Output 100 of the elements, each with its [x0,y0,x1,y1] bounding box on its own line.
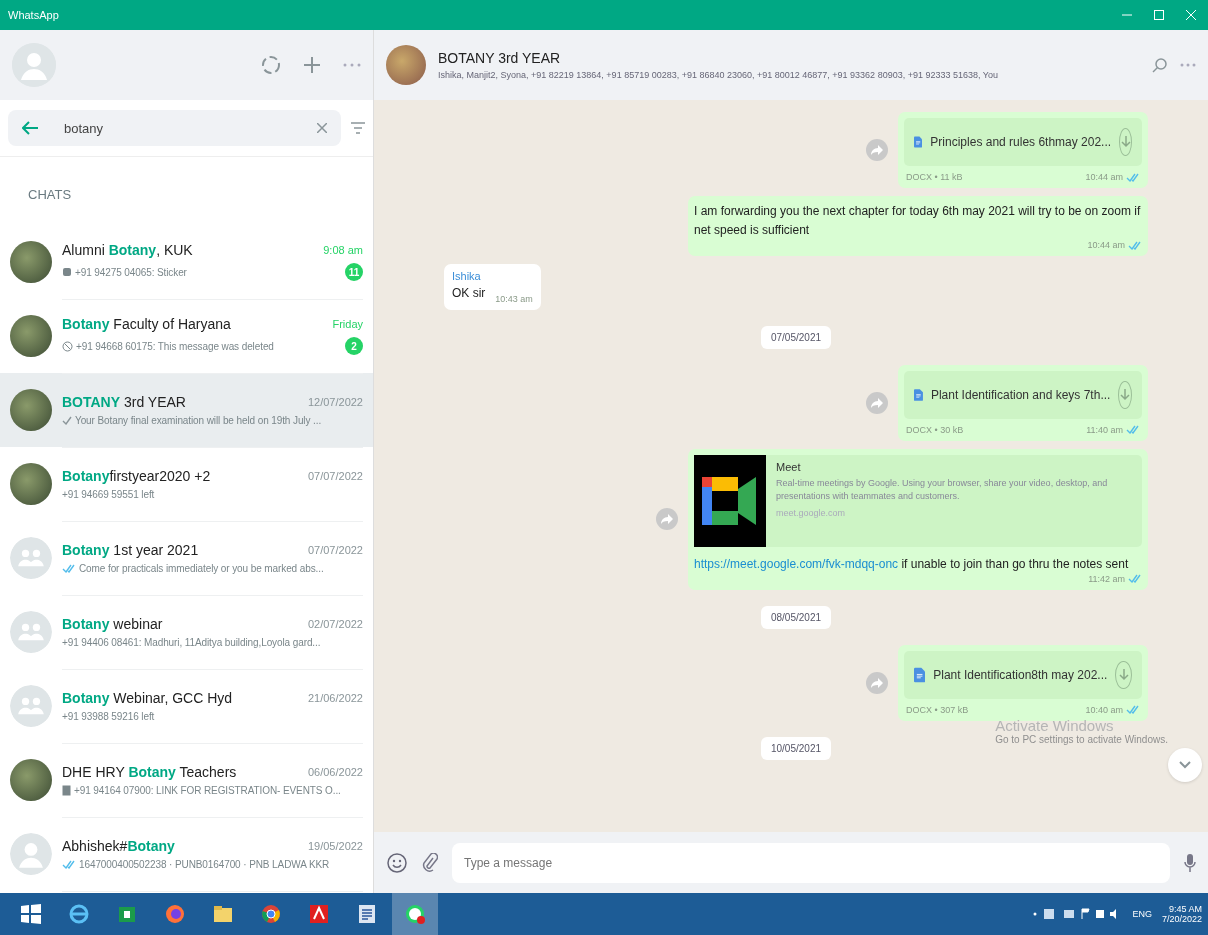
message-time: 10:40 am [1085,704,1123,715]
chat-time: 21/06/2022 [307,691,363,704]
document-message-bubble[interactable]: Plant Identification8th may 202... DOCX • 307 kB 10:40 am [898,644,1148,721]
search-icon[interactable] [1152,57,1168,73]
chat-list-item[interactable]: Abhishek#Botany 19/05/2022 1647000400502238 · PUNB0164700 · PNB LADWA KKR [0,817,373,891]
forward-button[interactable] [866,671,888,694]
message-preview: +91 94164 07900: LINK FOR REGISTRATION- EVENTS O... [74,784,341,796]
taskbar-clock[interactable]: 9:45 AM 7/20/2022 [1161,904,1202,924]
avatar-photo [10,759,52,801]
document-icon [62,784,71,796]
chat-list-item[interactable]: Botanyfirstyear2020 +2 07/07/2022 +91 94669 59551 left [0,447,373,521]
section-label: CHATS [28,187,72,202]
menu-icon[interactable] [1180,63,1196,67]
maximize-icon[interactable] [1154,10,1164,20]
forward-arrow-icon [871,397,883,408]
plus-icon[interactable] [303,56,321,74]
chat-time: 07/07/2022 [307,469,363,482]
emoji-icon[interactable] [386,851,408,874]
down-arrow-icon [1118,668,1129,681]
double-check-icon [62,563,76,573]
link-preview-card[interactable]: Meet Real-time meetings by Google. Using your browser, share your video, desktop, and presentations with teammates and customers. meet.google.com [694,454,1142,547]
group-avatar-icon [10,685,52,727]
chat-time: 06/06/2022 [307,765,363,778]
chat-name: Botanyfirstyear2020 +2 [62,467,211,484]
chat-time: 19/05/2022 [307,839,363,852]
link-domain: meet.google.com [776,507,847,518]
link-title: Meet [776,460,802,473]
menu-icon[interactable] [343,63,361,67]
scroll-down-button[interactable] [1168,748,1202,782]
forward-arrow-icon [871,677,883,688]
document-message-bubble[interactable]: Plant Identification and keys 7th... DOCX • 30 kB 11:40 am [898,364,1148,441]
double-check-icon [1126,425,1140,435]
avatar-photo [10,389,52,431]
chat-list-item[interactable]: Botany 1st year 2021 07/07/2022 Come for practicals immediately or you be marked abs... [0,521,373,595]
paperclip-icon[interactable] [422,852,438,873]
close-icon[interactable] [1186,10,1196,20]
pdf-reader-icon [307,902,331,926]
message-text: OK sir [452,285,486,303]
clear-icon[interactable] [317,123,327,133]
message-time: 10:44 am [1087,240,1125,251]
document-message-bubble[interactable]: Principles and rules 6thmay 202... DOCX • 11 kB 10:44 am [898,112,1148,188]
status-icon[interactable] [261,55,281,75]
file-meta: DOCX • 11 kB [906,172,963,182]
chat-title: BOTANY 3rd YEAR [438,50,562,66]
chat-time: 9:08 am [323,244,363,256]
double-check-icon [1128,240,1142,250]
message-preview: Your Botany final examination will be held on 19th July ... [75,414,322,426]
group-avatar-photo[interactable] [386,45,426,85]
chat-list-item[interactable]: Botany Webinar, GCC Hyd 21/06/2022 +91 93988 59216 left [0,669,373,743]
chat-name: Botany Webinar, GCC Hyd [62,689,233,706]
double-check-icon [1126,172,1140,182]
language-indicator[interactable]: ENG [1132,909,1152,919]
forward-button[interactable] [656,508,678,531]
chat-name: BOTANY 3rd YEAR [62,393,186,410]
file-meta: DOCX • 307 kB [906,704,969,715]
forward-button[interactable] [866,391,888,414]
activation-notice-hint: Go to PC settings to activate Windows. [995,734,1168,745]
blocked-icon [62,340,73,352]
group-avatar-icon [10,537,52,579]
link-description: Real-time meetings by Google. Using your browser, share your video, desktop, and presentations with teammates and customers. [776,476,1109,504]
message-input[interactable]: Type a message [452,842,1170,883]
forward-arrow-icon [871,145,883,155]
chat-app-icon [403,902,427,926]
double-check-icon [62,859,76,869]
filter-icon[interactable] [351,122,365,134]
taskbar-button[interactable] [392,893,438,935]
down-arrow-icon [1120,388,1131,401]
chat-list-item[interactable]: BOTANY 3rd YEAR 12/07/2022 Your Botany final examination will be held on 19th July ... [0,373,373,447]
message-preview: +91 93988 59216 left [62,710,155,722]
chat-list-item[interactable]: Botany Faculty of Haryana Friday +91 94668 60175: This message was deleted 2 [0,299,373,373]
down-arrow-icon [1120,136,1131,148]
file-name: Principles and rules 6thmay 202... [930,135,1112,149]
chat-name: Botany webinar [62,615,163,632]
message-preview: Come for practicals immediately or you be marked abs... [79,562,324,574]
message-time: 10:43 am [495,293,533,304]
search-field[interactable]: botany [8,110,341,146]
chat-list-item[interactable]: Alumni Botany, KUK 9:08 am +91 94275 04065: Sticker 11 [0,225,373,299]
message-preview: 1647000400502238 · PUNB0164700 · PNB LADWA KKR [79,858,330,870]
chat-name: Alumni Botany, KUK [62,242,193,258]
avatar-photo [10,315,52,357]
chat-list-item[interactable]: Botany webinar 02/07/2022 +91 94406 08461: Madhuri, 11Aditya building,Loyola gard... [0,595,373,669]
microphone-icon[interactable] [1184,852,1196,873]
message-time: 11:40 am [1086,424,1123,435]
chrome-browser-icon [259,902,283,926]
group-members: Ishika, Manjit2, Syona, +91 82219 13864, +91 85719 00283, +91 86840 23060, +91 80012 46877, +91 93362 80903, +91 92333 51638, You [438,70,999,80]
chat-time: Friday [332,318,363,330]
message-text: I am forwarding you the next chapter for today 6th may 2021 will try to be on zoom if net speed is sufficient [694,203,1142,240]
chat-name: Botany Faculty of Haryana [62,316,231,332]
sender-name: Ishika [452,270,482,283]
window-title: WhatsApp [8,9,59,21]
message-time: 11:42 am [1088,573,1125,584]
back-arrow-icon[interactable] [22,121,38,135]
message-preview: +91 94406 08461: Madhuri, 11Aditya building,Loyola gard... [62,636,321,648]
browser-icon [67,902,91,926]
forward-button[interactable] [866,139,888,161]
avatar-photo [10,241,52,283]
chat-name: Botany 1st year 2021 [62,541,199,558]
message-text: https://meet.google.com/fvk-mdqq-onc if unable to join than go thru the notes sent [694,555,1130,573]
chat-list-item[interactable]: DHE HRY Botany Teachers 06/06/2022 +91 94164 07900: LINK FOR REGISTRATION- EVENTS O... [0,743,373,817]
message-preview: +91 94669 59551 left [62,488,155,500]
